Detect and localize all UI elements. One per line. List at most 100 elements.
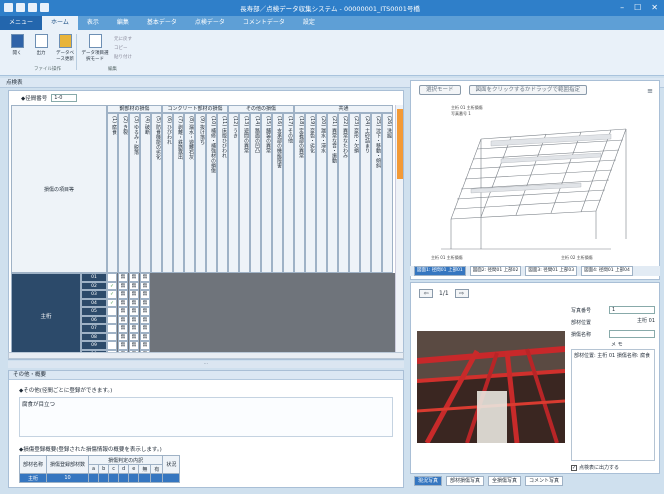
undo-button[interactable]: 元に戻す — [114, 36, 132, 42]
grid-cell[interactable]: 無 — [140, 332, 150, 341]
grid-cell[interactable] — [107, 341, 117, 350]
column-header[interactable]: (23) 変形・欠損 — [349, 113, 360, 273]
column-header[interactable]: (7) 剥離・鉄筋露出 — [173, 113, 184, 273]
row-number[interactable]: 01 — [81, 273, 107, 282]
output-checkbox-row[interactable]: ✓ 点検表に出力する — [571, 464, 619, 471]
row-number[interactable]: 04 — [81, 298, 107, 307]
photo-tab-comment[interactable]: コメント写真 — [525, 476, 564, 486]
tab-home[interactable]: ホーム — [42, 16, 78, 30]
grid-cell[interactable]: 無 — [140, 273, 150, 282]
customize-quick-icon[interactable] — [40, 3, 49, 12]
photo-tab-current[interactable]: 現況写真 — [414, 476, 443, 486]
column-header[interactable]: (8) 漏水・遊離石灰 — [184, 113, 195, 273]
memo-textarea[interactable]: 部材位置: 主桁 01 損傷名称: 腐食 — [571, 349, 655, 461]
grid-cell[interactable]: 無 — [140, 324, 150, 333]
close-icon[interactable]: ✕ — [651, 3, 658, 12]
diagram-tab-1[interactable]: 図面1: 径間01 上部01 — [414, 266, 466, 276]
db-update-button[interactable]: データベース更新 — [54, 34, 76, 62]
row-number[interactable]: 09 — [81, 341, 107, 350]
row-number[interactable]: 06 — [81, 315, 107, 324]
prev-photo-button[interactable]: ⇦ — [419, 289, 433, 298]
row-number[interactable]: 07 — [81, 324, 107, 333]
maximize-icon[interactable]: ☐ — [634, 3, 641, 12]
next-photo-button[interactable]: ⇨ — [454, 289, 469, 298]
column-header[interactable]: (2) き裂 — [118, 113, 129, 273]
grid-cell[interactable]: 無 — [118, 273, 128, 282]
column-header[interactable]: (11) 床版ひびわれ — [217, 113, 228, 273]
grid-cell[interactable]: 無 — [129, 324, 139, 333]
grid-cell[interactable]: 無 — [140, 290, 150, 299]
grid-cell[interactable] — [107, 315, 117, 324]
column-header[interactable]: (13) 遊間の異常 — [239, 113, 250, 273]
column-header[interactable]: (10) 補修・補強材の損傷 — [206, 113, 217, 273]
tab-comment-data[interactable]: コメントデータ — [234, 16, 294, 30]
column-header[interactable]: (6) ひびわれ — [162, 113, 173, 273]
table-row[interactable]: 主桁 10 — [18, 473, 181, 483]
horizontal-scrollbar[interactable] — [8, 352, 404, 359]
vertical-scrollbar[interactable] — [395, 105, 403, 359]
tab-edit[interactable]: 編集 — [108, 16, 138, 30]
menu-icon[interactable]: ≡ — [647, 87, 653, 95]
diagram-tab-3[interactable]: 図面3: 径間01 上部03 — [525, 266, 578, 276]
grid-cell[interactable]: 無 — [118, 281, 128, 290]
column-header[interactable]: (9) 抜け落ち — [195, 113, 206, 273]
select-mode-button[interactable]: 選択モード — [419, 85, 461, 95]
row-number[interactable]: 08 — [81, 332, 107, 341]
photo-tab-all[interactable]: 全損傷写真 — [488, 476, 522, 486]
grid-cell[interactable] — [107, 307, 117, 316]
grid-cell[interactable]: 無 — [118, 307, 128, 316]
bridge-photo[interactable] — [417, 331, 565, 443]
open-quick-icon[interactable] — [16, 3, 25, 12]
damage-name-select[interactable] — [609, 330, 655, 338]
tab-view[interactable]: 表示 — [78, 16, 108, 30]
open-button[interactable]: 開く — [6, 34, 28, 56]
row-number[interactable]: 03 — [81, 290, 107, 299]
grid-cell[interactable]: 無 — [129, 307, 139, 316]
grid-cell[interactable]: 無 — [140, 315, 150, 324]
grid-cell[interactable]: 無 — [118, 332, 128, 341]
grid-cell[interactable]: 無 — [129, 341, 139, 350]
output-button[interactable]: 出力 — [30, 34, 52, 56]
column-header[interactable]: (24) 土砂詰まり — [360, 113, 371, 273]
grid-cell[interactable]: 無 — [129, 281, 139, 290]
grid-cell[interactable]: 無 — [140, 307, 150, 316]
tab-menu[interactable]: メニュー — [0, 16, 43, 30]
grid-cell[interactable]: 無 — [140, 341, 150, 350]
grid-cell[interactable]: 無 — [129, 298, 139, 307]
diagram-tab-2[interactable]: 図面2: 径間01 上部02 — [469, 266, 522, 276]
pane-splitter[interactable]: ⋯ — [8, 361, 404, 368]
save-quick-icon[interactable] — [28, 3, 37, 12]
column-header[interactable]: (25) 沈下・移動・傾斜 — [371, 113, 382, 273]
column-header[interactable]: (1) 腐食 — [107, 113, 118, 273]
paste-button[interactable]: 貼り付け — [114, 54, 132, 60]
grid-cell[interactable] — [107, 332, 117, 341]
column-header[interactable]: (19) 変色・劣化 — [305, 113, 316, 273]
grid-cell[interactable]: 無 — [129, 315, 139, 324]
grid-cell[interactable]: 無 — [129, 290, 139, 299]
grid-cell[interactable]: ✓ — [107, 281, 117, 290]
grid-cell[interactable]: 無 — [118, 298, 128, 307]
column-header[interactable]: (22) 異常なたわみ — [338, 113, 349, 273]
grid-cell[interactable]: 無 — [118, 324, 128, 333]
grid-cell[interactable]: 無 — [129, 273, 139, 282]
grid-cell[interactable]: ✓ — [107, 290, 117, 299]
grid-cell[interactable] — [107, 273, 117, 282]
row-number[interactable]: 02 — [81, 281, 107, 290]
other-textarea[interactable]: 腐食が目立つ — [19, 397, 393, 437]
column-header[interactable]: (17) その他 — [283, 113, 294, 273]
tab-settings[interactable]: 設定 — [294, 16, 324, 30]
scroll-thumb[interactable] — [397, 109, 403, 179]
span-select[interactable]: 1-0 — [51, 94, 78, 102]
photo-tab-member[interactable]: 部材損傷写真 — [446, 476, 485, 486]
grid-cell[interactable]: 無 — [140, 281, 150, 290]
grid-cell[interactable]: ✓ — [107, 298, 117, 307]
grid-cell[interactable]: 無 — [118, 290, 128, 299]
photo-number-select[interactable]: 1 — [609, 306, 655, 314]
column-header[interactable]: (4) 破断 — [140, 113, 151, 273]
tab-inspection-data[interactable]: 点検データ — [186, 16, 234, 30]
minimize-icon[interactable]: – — [620, 3, 624, 12]
column-header[interactable]: (21) 異常な音・振動 — [327, 113, 338, 273]
column-header[interactable]: (12) うき — [228, 113, 239, 273]
column-header[interactable]: (26) 洗掘 — [382, 113, 393, 273]
row-number[interactable]: 05 — [81, 307, 107, 316]
